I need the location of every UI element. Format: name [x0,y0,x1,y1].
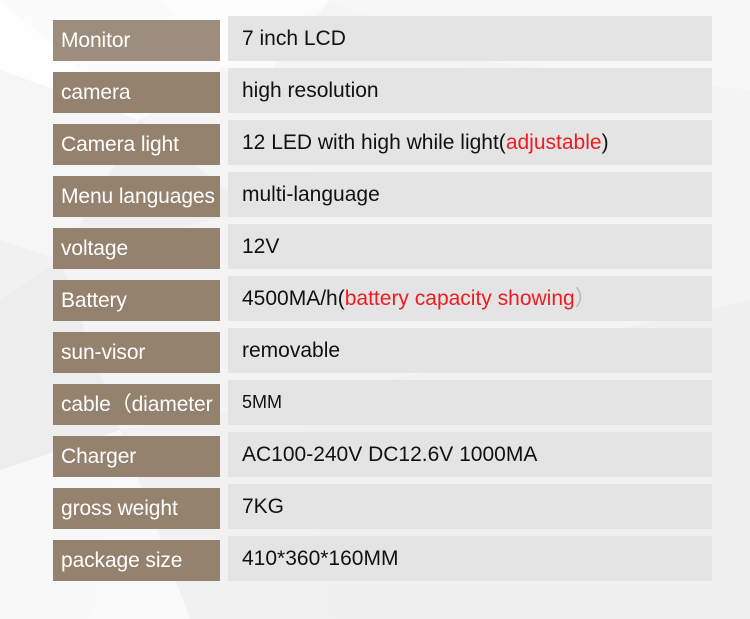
spec-value-9: 7KG [228,484,712,529]
spec-label-4: voltage [53,228,220,269]
spec-value-main: 12 LED with high while light( [242,131,506,154]
spec-table: Monitor 7 inch LCD camera high resolutio… [0,0,750,619]
table-row-5: Battery 4500MA/h(battery capacity showin… [0,274,750,326]
table-row-3: Menu languages multi-language [0,170,750,222]
spec-value-7: 5MM [228,380,712,425]
spec-label-5: Battery [53,280,220,321]
spec-value-main: multi-language [242,183,380,206]
spec-value-6: removable [228,328,712,373]
spec-value-3: multi-language [228,172,712,217]
table-row-2: Camera light 12 LED with high while ligh… [0,118,750,170]
spec-label-0: Monitor [53,20,220,61]
spec-value-main: AC100-240V DC12.6V 1000MA [242,443,538,466]
spec-value-main: 410*360*160MM [242,547,399,570]
spec-value-4: 12V [228,224,712,269]
spec-value-8: AC100-240V DC12.6V 1000MA [228,432,712,477]
spec-value-highlight: adjustable [505,131,602,154]
spec-value-main: 4500MA/h( [242,287,345,310]
spec-label-9: gross weight [53,488,220,529]
table-row-10: package size 410*360*160MM [0,534,750,586]
table-row-0: Monitor 7 inch LCD [0,14,750,66]
spec-value-2: 12 LED with high while light(adjustable) [228,120,712,165]
spec-label-3: Menu languages [53,176,220,217]
spec-label-2: Camera light [53,124,220,165]
spec-value-5: 4500MA/h(battery capacity showing） [228,276,712,321]
table-row-8: Charger AC100-240V DC12.6V 1000MA [0,430,750,482]
spec-value-1: high resolution [228,68,712,113]
spec-value-closing-paren: ） [574,287,596,310]
spec-value-main: removable [242,339,341,362]
spec-value-10: 410*360*160MM [228,536,712,581]
table-row-6: sun-visor removable [0,326,750,378]
spec-value-highlight: battery capacity showing [344,287,575,310]
table-row-9: gross weight 7KG [0,482,750,534]
spec-value-main: 7 inch LCD [242,27,346,50]
spec-value-main: 7KG [242,495,285,518]
spec-value-0: 7 inch LCD [228,16,712,61]
spec-label-1: camera [53,72,220,113]
spec-label-10: package size [53,540,220,581]
table-row-7: cable（diameter 5MM [0,378,750,430]
spec-value-main: 5MM [242,392,282,412]
spec-label-6: sun-visor [53,332,220,373]
table-row-4: voltage 12V [0,222,750,274]
spec-sheet: Monitor 7 inch LCD camera high resolutio… [0,0,750,619]
spec-value-main: high resolution [242,79,379,102]
spec-label-8: Charger [53,436,220,477]
spec-value-tail: ) [601,131,609,154]
spec-label-7: cable（diameter [53,384,220,425]
spec-value-main: 12V [242,235,280,258]
table-row-1: camera high resolution [0,66,750,118]
